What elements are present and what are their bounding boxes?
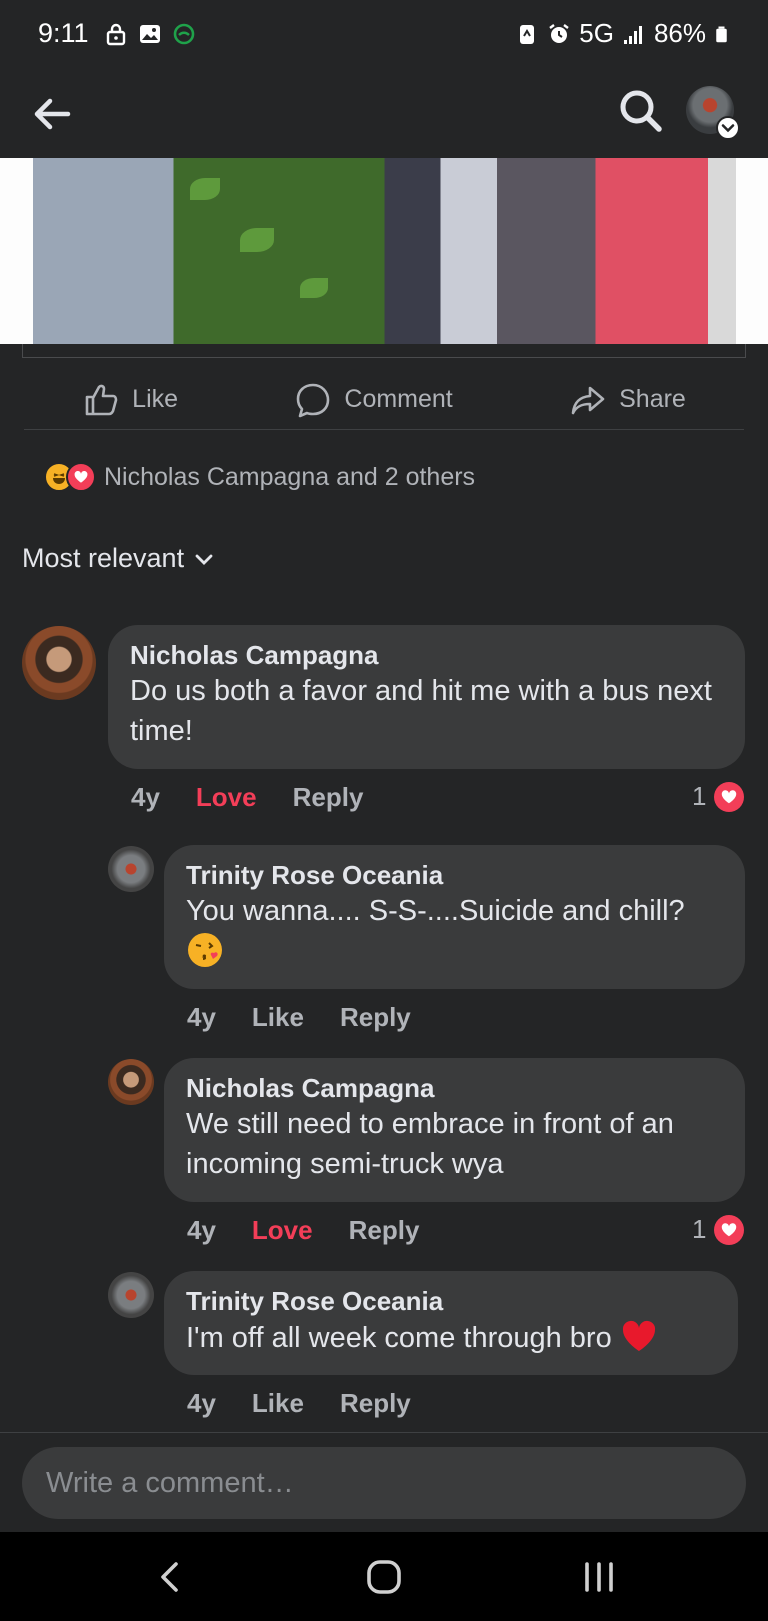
comment-label: Comment	[344, 385, 453, 413]
lock-icon	[106, 23, 126, 46]
comment-text: Do us both a favor and hit me with a bus…	[130, 675, 712, 747]
red-heart-emoji-icon	[622, 1320, 655, 1351]
signal-icon	[623, 25, 642, 44]
nav-recents-icon[interactable]	[576, 1554, 622, 1600]
network-type: 5G	[579, 18, 614, 48]
comment-author[interactable]: Nicholas Campagna	[186, 1072, 723, 1104]
thumbs-up-icon	[85, 384, 118, 415]
reply-button[interactable]: Reply	[340, 1002, 411, 1033]
comment-bubble[interactable]: Nicholas Campagna Do us both a favor and…	[108, 625, 745, 769]
profile-menu-avatar[interactable]	[686, 86, 740, 140]
comment-sort-dropdown[interactable]: Most relevant	[22, 543, 216, 574]
chevron-down-icon	[716, 116, 740, 140]
reaction-count[interactable]: 1	[692, 1214, 745, 1245]
comment-meta: 4y Love Reply	[131, 782, 363, 813]
avatar[interactable]	[22, 626, 96, 700]
photo-detail	[240, 228, 274, 252]
comment-meta: 4y Like Reply	[187, 1388, 411, 1419]
search-icon[interactable]	[616, 86, 666, 136]
status-icons-left	[104, 22, 196, 46]
reaction-count-number: 1	[692, 1214, 707, 1244]
heart-icon	[714, 1214, 745, 1245]
reply-button[interactable]: Reply	[349, 1215, 420, 1246]
love-button[interactable]: Love	[252, 1215, 313, 1246]
status-time: 9:11	[38, 18, 89, 48]
reply-button[interactable]: Reply	[293, 782, 364, 813]
reaction-count[interactable]: 1	[692, 781, 745, 812]
avatar[interactable]	[108, 1059, 154, 1105]
comment-text: I'm off all week come through bro	[186, 1317, 716, 1358]
comment-time: 4y	[131, 782, 160, 812]
reactions-text: Nicholas Campagna and 2 others	[104, 462, 476, 491]
comment-time: 4y	[187, 1215, 216, 1245]
battery-level: 86%	[653, 18, 706, 48]
gallery-icon	[140, 25, 160, 43]
share-button[interactable]: Share	[569, 381, 686, 419]
battery-saver-icon	[520, 24, 535, 44]
heart-icon	[714, 781, 745, 812]
reaction-count-number: 1	[692, 781, 707, 811]
comment-bubble[interactable]: Nicholas Campagna We still need to embra…	[164, 1058, 745, 1202]
comment-composer	[0, 1432, 768, 1532]
photo-detail	[190, 178, 220, 200]
love-reaction-icon	[66, 462, 96, 492]
reactions-summary[interactable]: Nicholas Campagna and 2 others	[44, 462, 475, 492]
comment-meta: 4y Like Reply	[187, 1002, 411, 1033]
post-actions: Like Comment Share	[24, 370, 744, 430]
avatar[interactable]	[108, 1272, 154, 1318]
like-button[interactable]: Like	[252, 1002, 304, 1033]
system-nav-bar	[0, 1532, 768, 1621]
status-bar: 9:11 5G 86%	[0, 0, 768, 72]
alarm-icon	[549, 23, 569, 43]
comment-bubble[interactable]: Trinity Rose Oceania I'm off all week co…	[164, 1271, 738, 1375]
battery-icon	[716, 26, 727, 42]
nav-home-icon[interactable]	[361, 1554, 407, 1600]
post-image[interactable]	[0, 158, 768, 344]
like-label: Like	[132, 385, 179, 413]
reply-button[interactable]: Reply	[340, 1388, 411, 1419]
comment-author[interactable]: Nicholas Campagna	[130, 639, 723, 671]
avatar[interactable]	[108, 846, 154, 892]
comment-button[interactable]: Comment	[294, 381, 453, 419]
comment-author[interactable]: Trinity Rose Oceania	[186, 859, 723, 891]
app-notification-icon	[173, 23, 195, 45]
app-header	[0, 72, 768, 158]
comment-text-body: You wanna.... S-S-....Suicide and chill?	[186, 895, 685, 927]
love-button[interactable]: Love	[196, 782, 257, 813]
status-right: 5G 86%	[515, 18, 732, 49]
comment-time: 4y	[187, 1002, 216, 1032]
kissing-face-emoji-icon	[188, 933, 222, 967]
speech-bubble-icon	[297, 383, 330, 417]
comment-text: We still need to embrace in front of an …	[186, 1108, 674, 1180]
comment-text-body: I'm off all week come through bro	[186, 1322, 612, 1354]
chevron-down-icon	[195, 554, 213, 565]
comment-author[interactable]: Trinity Rose Oceania	[186, 1285, 716, 1317]
sort-label: Most relevant	[22, 543, 185, 573]
like-button[interactable]: Like	[82, 381, 178, 419]
comment-text: You wanna.... S-S-....Suicide and chill?	[186, 891, 723, 972]
comment-input[interactable]	[22, 1447, 746, 1519]
photo-detail	[300, 278, 328, 298]
share-label: Share	[619, 385, 686, 413]
like-button[interactable]: Like	[252, 1388, 304, 1419]
nav-back-icon[interactable]	[148, 1554, 194, 1600]
share-arrow-icon	[571, 386, 605, 414]
comment-time: 4y	[187, 1388, 216, 1418]
post-frame	[22, 344, 746, 358]
comment-meta: 4y Love Reply	[187, 1215, 419, 1246]
back-arrow-icon[interactable]	[28, 90, 76, 138]
comment-bubble[interactable]: Trinity Rose Oceania You wanna.... S-S-.…	[164, 845, 745, 989]
post-photo	[33, 158, 736, 344]
